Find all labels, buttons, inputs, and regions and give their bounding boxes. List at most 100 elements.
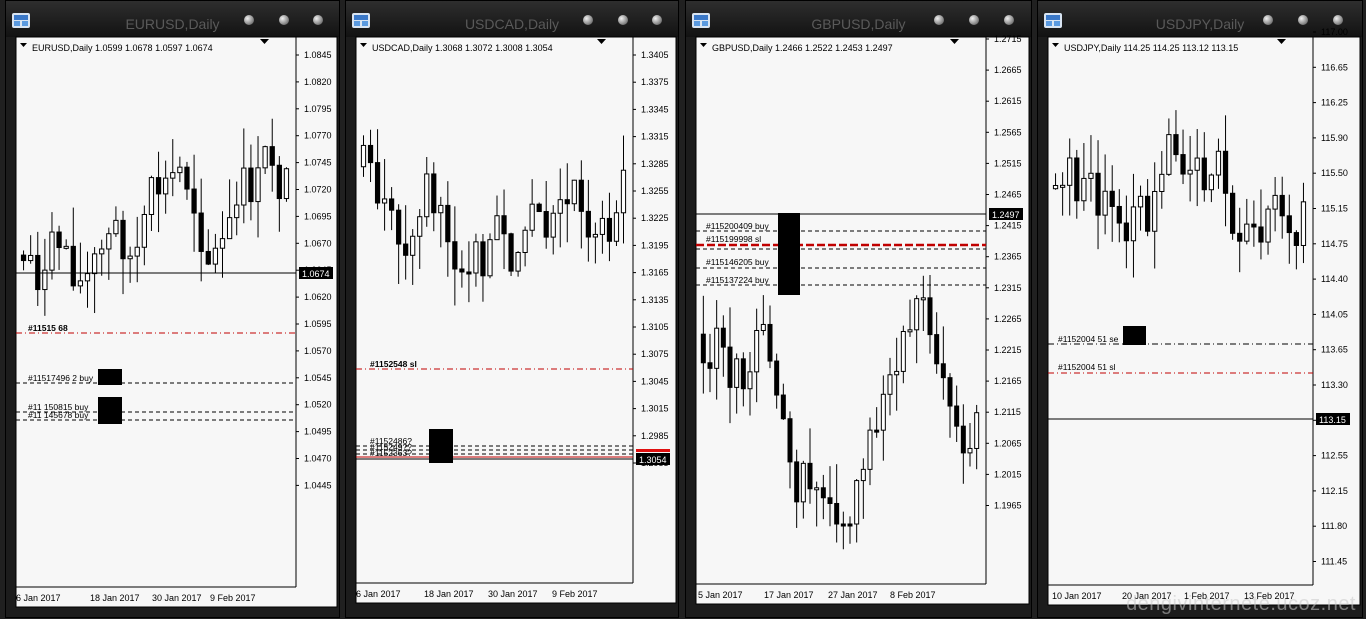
candle-body bbox=[947, 377, 953, 407]
candle-body bbox=[63, 245, 69, 249]
price-tick-label: 1.3285 bbox=[641, 159, 669, 169]
date-tick-label: 18 Jan 2017 bbox=[90, 593, 140, 603]
candle-body bbox=[707, 362, 713, 369]
price-chart[interactable]: EURUSD,Daily 1.0599 1.0678 1.0597 1.0674… bbox=[6, 1, 341, 619]
candle-body bbox=[907, 329, 913, 333]
date-tick-label: 30 Jan 2017 bbox=[152, 593, 202, 603]
candle-body bbox=[774, 360, 780, 396]
price-tick-label: 1.0820 bbox=[304, 77, 332, 87]
candle-body bbox=[1052, 185, 1059, 190]
price-tick-label: 112.15 bbox=[1321, 486, 1348, 496]
price-tick-label: 1.2415 bbox=[994, 221, 1022, 231]
date-tick-label: 27 Jan 2017 bbox=[828, 590, 878, 600]
candle-body bbox=[613, 212, 620, 242]
candle-body bbox=[887, 374, 893, 395]
order-label: #1152004 51 se bbox=[1058, 334, 1119, 344]
candle-body bbox=[191, 188, 197, 214]
price-tick-label: 1.0795 bbox=[304, 104, 332, 114]
candle-body bbox=[954, 405, 960, 427]
candle-body bbox=[91, 253, 98, 275]
price-chart[interactable]: USDJPY,Daily 114.25 114.25 113.12 113.15… bbox=[1038, 1, 1364, 619]
candle-body bbox=[720, 327, 726, 348]
price-tick-label: 1.3105 bbox=[641, 322, 669, 332]
price-tick-label: 111.45 bbox=[1321, 557, 1347, 567]
candle-body bbox=[787, 418, 793, 463]
candle-body bbox=[403, 243, 409, 256]
candle-body bbox=[860, 468, 866, 482]
price-tick-label: 1.3345 bbox=[641, 104, 669, 114]
candle-body bbox=[1159, 173, 1165, 192]
candle-body bbox=[847, 523, 853, 527]
price-tick-label: 1.3315 bbox=[641, 132, 669, 142]
price-tick-label: 1.0595 bbox=[304, 319, 332, 329]
candle-body bbox=[241, 167, 247, 206]
candle-body bbox=[1152, 190, 1158, 232]
candle-body bbox=[99, 248, 105, 255]
candle-body bbox=[184, 166, 190, 190]
price-chart[interactable]: GBPUSD,Daily 1.2466 1.2522 1.2453 1.2497… bbox=[686, 1, 1033, 619]
candle-body bbox=[940, 363, 946, 379]
candle-body bbox=[1081, 177, 1087, 202]
candle-body bbox=[283, 168, 290, 200]
candle-body bbox=[867, 429, 873, 470]
price-tick-label: 114.05 bbox=[1321, 309, 1348, 319]
candle-body bbox=[226, 217, 233, 240]
candle-body bbox=[473, 241, 479, 274]
candle-body bbox=[1293, 232, 1299, 246]
candle-body bbox=[760, 323, 766, 331]
price-chart[interactable]: USDCAD,Daily 1.3068 1.3072 1.3008 1.3054… bbox=[346, 1, 680, 619]
candle-body bbox=[396, 209, 402, 245]
price-tick-label: 1.0620 bbox=[304, 292, 332, 302]
order-label: #115199998 sl bbox=[706, 234, 761, 244]
candle-body bbox=[1222, 150, 1229, 194]
candle-body bbox=[734, 358, 740, 388]
chart-header: USDJPY,Daily 114.25 114.25 113.12 113.15 bbox=[1064, 43, 1238, 53]
order-label: #1152004 51 sl bbox=[1058, 362, 1116, 372]
price-tick-label: 115.50 bbox=[1321, 168, 1348, 178]
date-tick-label: 18 Jan 2017 bbox=[424, 589, 474, 599]
price-tick-label: 1.2165 bbox=[994, 376, 1022, 386]
candle-body bbox=[20, 254, 27, 262]
order-marker-block bbox=[1123, 326, 1146, 345]
price-tick-label: 1.2715 bbox=[994, 34, 1022, 44]
candle-body bbox=[466, 271, 472, 275]
candle-body bbox=[234, 204, 240, 219]
candle-body bbox=[800, 462, 806, 503]
candle-body bbox=[1067, 157, 1073, 186]
candle-body bbox=[880, 393, 886, 431]
order-marker-block bbox=[98, 369, 122, 385]
price-tick-label: 1.3045 bbox=[641, 376, 669, 386]
candle-body bbox=[529, 203, 535, 231]
chart-window-gbpusd[interactable]: GBPUSD,Daily GBPUSD,Daily 1.2466 1.2522 … bbox=[685, 0, 1032, 618]
chart-header: GBPUSD,Daily 1.2466 1.2522 1.2453 1.2497 bbox=[712, 43, 893, 53]
chart-background bbox=[15, 36, 338, 608]
chart-window-usdcad[interactable]: USDCAD,Daily USDCAD,Daily 1.3068 1.3072 … bbox=[345, 0, 679, 618]
candle-body bbox=[914, 298, 920, 331]
candle-body bbox=[550, 212, 556, 238]
candle-body bbox=[205, 250, 211, 265]
price-tick-label: 1.2985 bbox=[641, 431, 669, 441]
chart-window-eurusd[interactable]: EURUSD,Daily EURUSD,Daily 1.0599 1.0678 … bbox=[5, 0, 340, 618]
price-tick-label: 1.0845 bbox=[304, 50, 332, 60]
candle-body bbox=[1116, 205, 1122, 224]
candle-body bbox=[56, 231, 62, 249]
price-tick-label: 1.0770 bbox=[304, 131, 332, 141]
chart-header: EURUSD,Daily 1.0599 1.0678 1.0597 1.0674 bbox=[32, 43, 213, 53]
candle-body bbox=[740, 358, 746, 390]
price-tick-label: 115.15 bbox=[1321, 204, 1348, 214]
candle-body bbox=[445, 204, 451, 243]
date-tick-label: 8 Feb 2017 bbox=[890, 590, 936, 600]
candle-body bbox=[900, 330, 906, 372]
chart-header: USDCAD,Daily 1.3068 1.3072 1.3008 1.3054 bbox=[372, 43, 553, 53]
price-tick-label: 111.80 bbox=[1321, 521, 1347, 531]
price-tick-label: 1.2465 bbox=[994, 190, 1022, 200]
price-tick-label: 1.2565 bbox=[994, 127, 1022, 137]
order-label: #11 145678 buy bbox=[28, 410, 89, 420]
price-tick-label: 1.3225 bbox=[641, 213, 669, 223]
candle-body bbox=[592, 233, 598, 238]
price-tick-label: 1.0745 bbox=[304, 158, 332, 168]
candle-body bbox=[113, 219, 119, 235]
candle-body bbox=[480, 241, 486, 277]
chart-window-usdjpy[interactable]: USDJPY,Daily USDJPY,Daily 114.25 114.25 … bbox=[1037, 0, 1363, 618]
candle-body bbox=[120, 219, 126, 260]
